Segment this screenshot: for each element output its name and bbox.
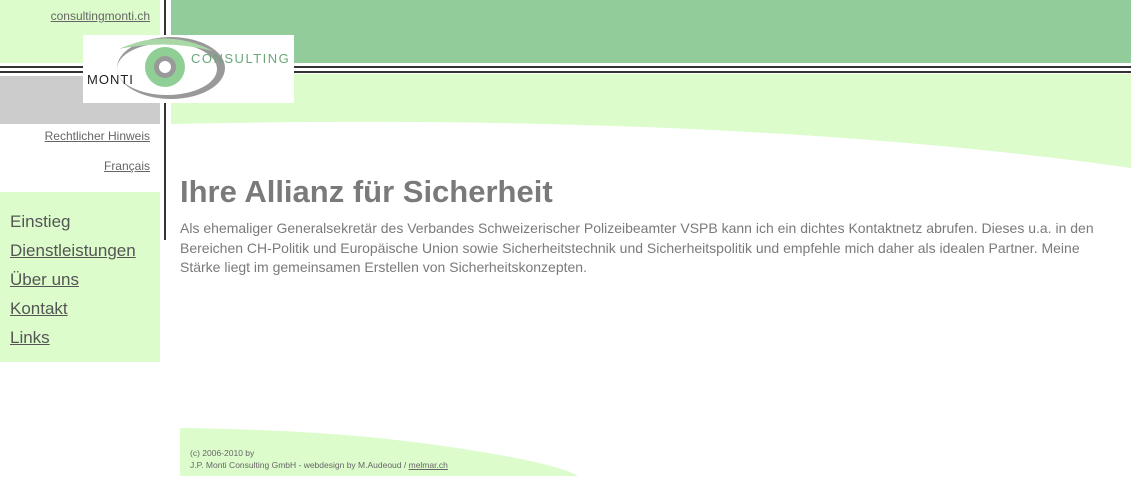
nav-item-links: Links <box>10 328 136 357</box>
footer-credits: J.P. Monti Consulting GmbH - webdesign b… <box>190 460 407 470</box>
page-title: Ihre Allianz für Sicherheit <box>180 174 553 209</box>
language-french-link[interactable]: Français <box>104 159 150 173</box>
footer: (c) 2006-2010 by J.P. Monti Consulting G… <box>190 447 448 471</box>
footer-credits-line: J.P. Monti Consulting GmbH - webdesign b… <box>190 459 448 471</box>
nav-link-links[interactable]: Links <box>10 328 50 347</box>
footer-copyright: (c) 2006-2010 by <box>190 448 255 458</box>
designer-link[interactable]: melmar.ch <box>409 460 448 470</box>
logo-word-consulting: CONSULTING <box>191 51 291 66</box>
nav-link-ueber-uns[interactable]: Über uns <box>10 270 79 289</box>
main-navigation: Einstieg Dienstleistungen Über uns Konta… <box>0 192 160 362</box>
intro-paragraph: Als ehemaliger Generalsekretär des Verba… <box>180 220 1094 275</box>
nav-item-ueber-uns: Über uns <box>10 270 136 299</box>
nav-link-einstieg[interactable]: Einstieg <box>10 212 70 231</box>
header-green-band <box>171 0 1131 63</box>
nav-link-kontakt[interactable]: Kontakt <box>10 299 68 318</box>
nav-list: Einstieg Dienstleistungen Über uns Konta… <box>10 212 136 357</box>
nav-item-dienstleistungen: Dienstleistungen <box>10 241 136 270</box>
nav-link-dienstleistungen[interactable]: Dienstleistungen <box>10 241 136 260</box>
nav-item-einstieg: Einstieg <box>10 212 136 241</box>
legal-notice-link[interactable]: Rechtlicher Hinweis <box>45 129 150 143</box>
domain-link[interactable]: consultingmonti.ch <box>51 9 150 23</box>
company-logo: MONTI CONSULTING <box>83 35 294 103</box>
header-swoosh <box>171 74 1131 168</box>
eye-icon <box>117 37 225 99</box>
nav-item-kontakt: Kontakt <box>10 299 136 328</box>
logo-word-monti: MONTI <box>87 72 134 87</box>
